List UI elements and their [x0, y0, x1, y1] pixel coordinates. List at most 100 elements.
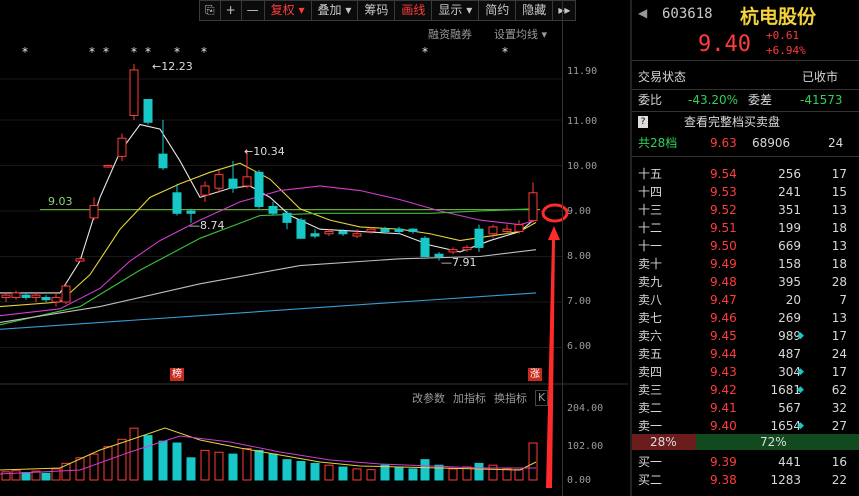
ask-row[interactable]: 卖十 9.49 158 18 — [632, 255, 859, 273]
bid-row[interactable]: 买一 9.39 441 16 — [632, 453, 859, 471]
ask-price: 9.48 — [710, 275, 737, 289]
ask-row[interactable]: 卖六 9.45 989 ◆ 17 — [632, 327, 859, 345]
ask-volume: 487 — [778, 347, 801, 361]
draw-line-button[interactable]: 画线 — [394, 0, 433, 21]
back-arrow-icon[interactable]: ◀ — [638, 6, 647, 20]
switch-indicator-link[interactable]: 换指标 — [494, 390, 527, 406]
ask-row[interactable]: 卖八 9.47 20 7 — [632, 291, 859, 309]
volume-links: 改参数 加指标 换指标 K — [412, 390, 549, 406]
svg-text:*: * — [103, 45, 109, 59]
zoom-out-button[interactable]: — — [240, 0, 265, 21]
ma-settings-link[interactable]: 设置均线 ▾ — [494, 26, 547, 42]
full-book-row[interactable]: ? 查看完整档买卖盘 — [632, 113, 859, 131]
svg-text:*: * — [502, 45, 508, 59]
ask-price: 9.51 — [710, 221, 737, 235]
total-row: 共28档 9.63 68906 24 — [638, 136, 844, 150]
svg-text:*: * — [422, 45, 428, 59]
chart-toolbar: ⎘ + — 复权 ▾ 叠加 ▾ 筹码 画线 显示 ▾ 简约 隐藏 ▸▸ — [199, 0, 577, 21]
zoom-in-button[interactable]: + — [219, 0, 242, 21]
ask-volume: 351 — [778, 203, 801, 217]
ask-price: 9.43 — [710, 365, 737, 379]
mid-label: ←10.34 — [244, 145, 285, 158]
volume-tick: 102.00 — [567, 441, 604, 452]
ask-count: 13 — [831, 311, 847, 325]
financing-link[interactable]: 融资融券 — [428, 26, 472, 42]
svg-text:*: * — [89, 45, 95, 59]
ask-row[interactable]: 十二 9.51 199 18 — [632, 219, 859, 237]
ask-count: 18 — [831, 221, 847, 235]
ask-row[interactable]: 卖七 9.46 269 13 — [632, 309, 859, 327]
ask-count: 13 — [831, 203, 847, 217]
price-tick: 7.00 — [567, 296, 592, 307]
ask-price: 9.54 — [710, 167, 737, 181]
price-tick: 6.00 — [567, 341, 592, 352]
ask-row[interactable]: 十一 9.50 669 13 — [632, 237, 859, 255]
ask-count: 13 — [831, 239, 847, 253]
ask-row[interactable]: 卖三 9.42 1681 ◆ 62 — [632, 381, 859, 399]
ask-level-label: 卖五 — [638, 347, 663, 361]
stock-price: 9.40 — [698, 32, 751, 57]
ask-volume: 256 — [778, 167, 801, 181]
ask-level-label: 卖八 — [638, 293, 663, 307]
ask-row[interactable]: 卖二 9.41 567 32 — [632, 399, 859, 417]
chart-links: 融资融券 设置均线 ▾ — [428, 26, 547, 42]
bid-volume: 1283 — [770, 473, 801, 487]
collapse-icon[interactable]: K — [535, 390, 549, 406]
copy-icon[interactable]: ⎘ — [199, 0, 221, 21]
bid-level-label: 买二 — [638, 473, 663, 487]
add-indicator-link[interactable]: 加指标 — [453, 390, 486, 406]
ask-level-label: 卖六 — [638, 329, 663, 343]
params-link[interactable]: 改参数 — [412, 390, 445, 406]
bid-count: 22 — [831, 473, 847, 487]
ask-price: 9.42 — [710, 383, 737, 397]
bid-volume: 441 — [778, 455, 801, 469]
ask-level-label: 卖七 — [638, 311, 663, 325]
chip-button[interactable]: 筹码 — [357, 0, 396, 21]
list-badge[interactable]: 榜 — [170, 368, 184, 381]
ask-price: 9.41 — [710, 401, 737, 415]
big-order-icon: ◆ — [797, 331, 804, 341]
bid-row[interactable]: 买二 9.38 1283 22 — [632, 471, 859, 489]
price-tick: 11.00 — [567, 116, 598, 127]
kline-chart-area[interactable]: * * * * * * * * * ⎘ + — 复权 ▾ 叠加 ▾ 筹码 画线 显示 ▾ 简约 … — [0, 0, 628, 496]
bid-price: 9.39 — [710, 455, 737, 469]
ask-row[interactable]: 卖一 9.40 1654 ◆ 27 — [632, 417, 859, 435]
limit-up-badge[interactable]: 涨 — [528, 368, 542, 381]
price-tick: 9.00 — [567, 206, 592, 217]
price-axis: 11.90 11.00 10.00 9.00 8.00 7.00 6.00 20… — [562, 0, 628, 496]
hide-button[interactable]: 隐藏 — [515, 0, 554, 21]
simple-button[interactable]: 简约 — [478, 0, 517, 21]
display-button[interactable]: 显示 ▾ — [431, 0, 480, 21]
ask-row[interactable]: 卖五 9.44 487 24 — [632, 345, 859, 363]
ask-row[interactable]: 十三 9.52 351 13 — [632, 201, 859, 219]
ask-row[interactable]: 十五 9.54 256 17 — [632, 165, 859, 183]
ask-volume: 241 — [778, 185, 801, 199]
order-ratio-row: 委比 -43.20% 委差 -41573 — [638, 93, 843, 107]
ask-level-label: 卖九 — [638, 275, 663, 289]
full-book-link[interactable]: 查看完整档买卖盘 — [684, 113, 780, 131]
ask-row[interactable]: 十四 9.53 241 15 — [632, 183, 859, 201]
overlay-button[interactable]: 叠加 ▾ — [310, 0, 359, 21]
ask-count: 17 — [831, 329, 847, 343]
trade-status-row: 交易状态 已收市 — [638, 70, 839, 84]
stock-header: ◀ 603618 杭电股份 9.40 +0.61 +6.94% — [632, 0, 859, 61]
ask-count: 17 — [831, 167, 847, 181]
ask-price: 9.53 — [710, 185, 737, 199]
bid-count: 16 — [831, 455, 847, 469]
stock-code: 603618 — [662, 6, 713, 22]
ask-row[interactable]: 卖四 9.43 304 ◆ 17 — [632, 363, 859, 381]
ask-level-label: 十三 — [638, 203, 663, 217]
ask-volume: 395 — [778, 275, 801, 289]
price-tick: 8.00 — [567, 251, 592, 262]
svg-text:*: * — [201, 45, 207, 59]
ask-price: 9.52 — [710, 203, 737, 217]
ask-row[interactable]: 卖九 9.48 395 28 — [632, 273, 859, 291]
svg-text:*: * — [131, 45, 137, 59]
big-order-icon: ◆ — [797, 367, 804, 377]
ask-level-label: 卖三 — [638, 383, 663, 397]
ask-level-label: 卖二 — [638, 401, 663, 415]
price-tick: 11.90 — [567, 66, 598, 77]
ask-price: 9.40 — [710, 419, 737, 433]
price-tick: 10.00 — [567, 161, 598, 172]
adjust-button[interactable]: 复权 ▾ — [263, 0, 312, 21]
